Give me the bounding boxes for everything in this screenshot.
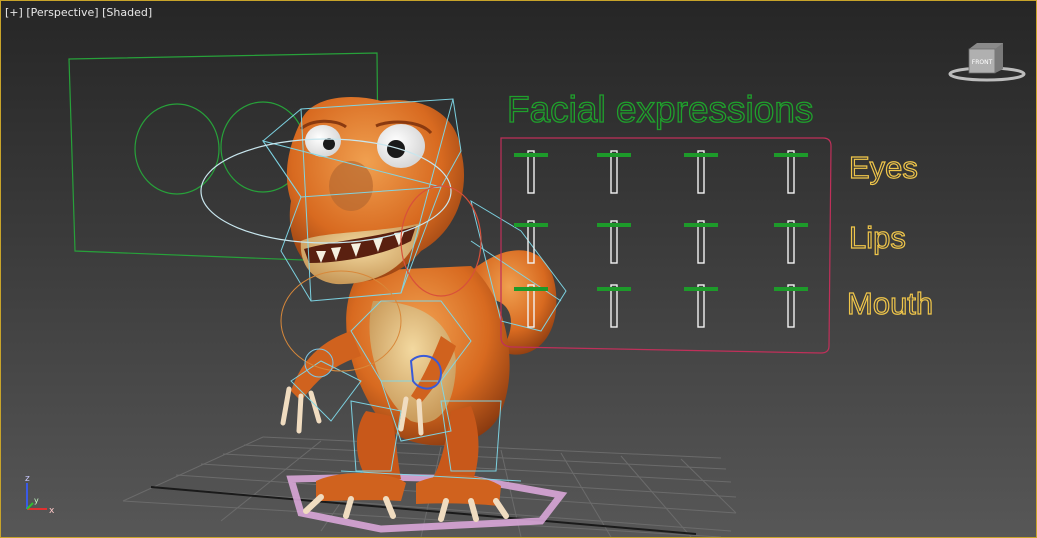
slider-handle[interactable]: [597, 223, 631, 227]
axis-z-label: z: [25, 474, 30, 484]
slider-mouth-4[interactable]: [774, 284, 808, 328]
viewport-scene: Facial expressions Eyes Lips Mouth: [68, 52, 934, 537]
row-label-mouth: Mouth: [847, 286, 933, 321]
row-label-eyes: Eyes: [849, 150, 918, 185]
slider-handle[interactable]: [684, 287, 718, 291]
viewport-shading-menu[interactable]: [Shaded]: [102, 6, 152, 19]
slider-lips-4[interactable]: [774, 220, 808, 264]
slider-eyes-2[interactable]: [597, 150, 631, 194]
panel-title: Facial expressions: [507, 89, 813, 130]
slider-handle[interactable]: [597, 153, 631, 157]
slider-eyes-4[interactable]: [774, 150, 808, 194]
slider-handle[interactable]: [684, 223, 718, 227]
slider-track: [527, 150, 535, 194]
axis-x-label: x: [49, 506, 55, 516]
slider-mouth-2[interactable]: [597, 284, 631, 328]
slider-eyes-3[interactable]: [684, 150, 718, 194]
slider-lips-3[interactable]: [684, 220, 718, 264]
slider-handle[interactable]: [774, 287, 808, 291]
slider-handle[interactable]: [514, 153, 548, 157]
slider-track: [697, 150, 705, 194]
slider-track: [787, 220, 795, 264]
slider-track: [697, 284, 705, 328]
slider-track: [610, 220, 618, 264]
slider-lips-2[interactable]: [597, 220, 631, 264]
slider-track: [787, 150, 795, 194]
slider-handle[interactable]: [597, 287, 631, 291]
viewport-label-menu: [+] [Perspective] [Shaded]: [5, 6, 152, 19]
slider-track: [787, 284, 795, 328]
perspective-viewport[interactable]: [+] [Perspective] [Shaded] Facial expres…: [0, 0, 1037, 538]
viewcube-face-label: FRONT: [972, 59, 993, 66]
slider-mouth-3[interactable]: [684, 284, 718, 328]
axis-y-label: y: [34, 496, 39, 505]
slider-track: [697, 220, 705, 264]
slider-eyes-1[interactable]: [514, 150, 548, 194]
slider-handle[interactable]: [514, 223, 548, 227]
left-foot: [316, 472, 406, 501]
slider-handle[interactable]: [774, 223, 808, 227]
slider-handle[interactable]: [774, 153, 808, 157]
expression-sliders: [514, 150, 808, 328]
slider-handle[interactable]: [684, 153, 718, 157]
viewcube-icon[interactable]: FRONT: [947, 41, 1027, 83]
facial-expressions-panel: Facial expressions Eyes Lips Mouth: [500, 88, 934, 354]
slider-handle[interactable]: [514, 287, 548, 291]
row-label-lips: Lips: [849, 220, 906, 255]
slider-track: [610, 150, 618, 194]
axis-tripod-icon: z x y: [25, 474, 55, 516]
slider-track: [610, 284, 618, 328]
left-eye: [305, 125, 341, 157]
viewport-view-menu[interactable]: [Perspective]: [26, 6, 98, 19]
cheek: [329, 161, 373, 211]
left-arm: [291, 331, 361, 401]
viewport-plus-menu[interactable]: [+]: [5, 6, 23, 19]
